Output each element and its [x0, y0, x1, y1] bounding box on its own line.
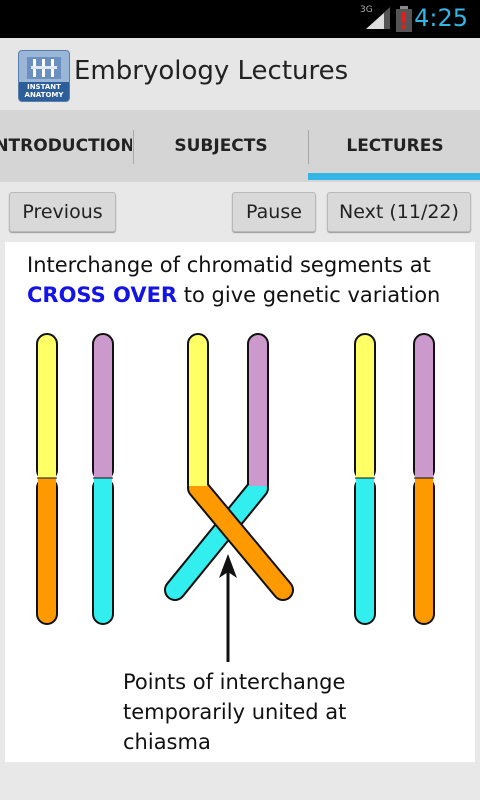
chromatid-right-2 [413, 333, 435, 625]
caption-line-1: Interchange of chromatid segments at [27, 253, 431, 277]
selected-tab-indicator [308, 173, 480, 180]
chromatid-left-2 [92, 333, 114, 625]
caption-highlight: CROSS OVER [27, 283, 178, 307]
tab-divider [308, 130, 309, 164]
skeleton-icon [27, 57, 61, 79]
status-bar: 3G 4:25 [0, 0, 480, 38]
app-title: Embryology Lectures [74, 56, 349, 86]
bottom-area [0, 762, 480, 800]
caption-line-2: CROSS OVER to give genetic variation [27, 280, 467, 310]
slide-caption: Interchange of chromatid segments at CRO… [27, 250, 467, 310]
pause-button[interactable]: Pause [232, 192, 316, 232]
lecture-controls: Previous Pause Next (11/22) [0, 182, 480, 242]
next-button[interactable]: Next (11/22) [327, 192, 471, 232]
signal-icon [366, 7, 390, 29]
note-line-3: chiasma [123, 730, 211, 754]
chiasma-note: Points of interchange temporarily united… [123, 667, 383, 757]
caption-rest: to give genetic variation [177, 283, 441, 307]
app-icon-band: INSTANT ANATOMY [19, 82, 69, 101]
tab-subjects[interactable]: SUBJECTS [134, 110, 308, 182]
lecture-slide: Interchange of chromatid segments at CRO… [5, 242, 475, 762]
chiasma-arrow [219, 554, 237, 662]
clock: 4:25 [414, 4, 468, 32]
note-line-1: Points of interchange [123, 670, 346, 694]
app-icon-text-2: ANATOMY [24, 91, 64, 99]
note-line-2: temporarily united at [123, 700, 347, 724]
chromatid-left-1 [36, 333, 58, 625]
tab-introduction[interactable]: INTRODUCTION [0, 110, 132, 182]
tab-lectures[interactable]: LECTURES [310, 110, 480, 182]
chromatid-cross-1 [164, 333, 294, 601]
battery-alert-icon [396, 6, 412, 32]
app-icon-text-1: INSTANT [27, 83, 61, 91]
chromatid-right-1 [354, 333, 376, 625]
action-bar: INSTANT ANATOMY Embryology Lectures [0, 38, 480, 110]
previous-button[interactable]: Previous [9, 192, 116, 232]
tab-bar: INTRODUCTION SUBJECTS LECTURES [0, 110, 480, 182]
app-icon[interactable]: INSTANT ANATOMY [18, 50, 70, 102]
